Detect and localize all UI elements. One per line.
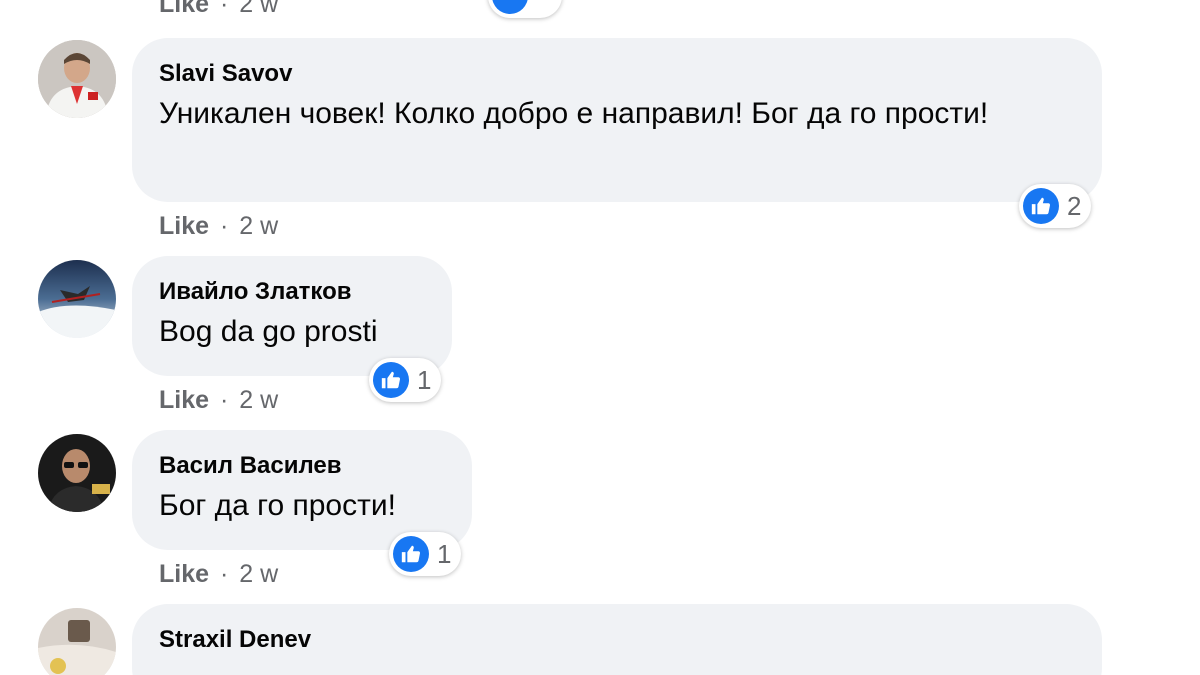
like-link[interactable]: Like [159,0,209,18]
comment-time[interactable]: 2 w [239,386,278,414]
comment-author[interactable]: Straxil Denev [159,624,1076,656]
meta-separator: · [219,560,229,588]
comment-author[interactable]: Ивайло Златков [159,276,426,308]
reaction-count: 2 [1067,190,1082,221]
comment-time[interactable]: 2 w [239,212,278,240]
comment-bubble: Straxil Denev [132,604,1102,675]
comment-meta: Like · 2 w [159,560,278,589]
comment-text: Бог да го прости! [159,489,396,522]
reaction-pill-previous[interactable] [488,0,562,18]
reaction-pill[interactable]: 1 [369,358,442,402]
comments-feed: Like · 2 w Slavi Savov Уникален човек! К… [0,0,1200,675]
like-link[interactable]: Like [159,212,209,240]
comment-time[interactable]: 2 w [239,560,278,588]
reaction-pill[interactable]: 1 [389,532,462,576]
comment-author[interactable]: Slavi Savov [159,58,1076,90]
like-thumb-icon [393,536,429,572]
comment-text: Уникален човек! Колко добро е направил! … [159,97,989,130]
avatar[interactable] [38,434,116,512]
like-thumb-icon [1023,188,1059,224]
reaction-pill[interactable]: 2 [1019,184,1092,228]
comment-bubble: Slavi Savov Уникален човек! Колко добро … [132,38,1102,202]
comment-meta: Like · 2 w [159,212,278,241]
meta-separator: · [219,0,229,18]
avatar[interactable] [38,260,116,338]
comment-author[interactable]: Васил Василев [159,450,446,482]
meta-separator: · [219,212,229,240]
like-link[interactable]: Like [159,560,209,588]
reaction-count: 1 [417,364,432,395]
comment-text: Bog da go prosti [159,315,378,348]
avatar[interactable] [38,608,116,675]
meta-separator: · [219,386,229,414]
avatar[interactable] [38,40,116,118]
like-thumb-icon [492,0,528,14]
comment-meta: Like · 2 w [159,386,278,415]
comment-time[interactable]: 2 w [239,0,278,18]
like-link[interactable]: Like [159,386,209,414]
reaction-count: 1 [437,538,452,569]
comment-meta-previous: Like · 2 w [159,0,278,19]
like-thumb-icon [373,362,409,398]
